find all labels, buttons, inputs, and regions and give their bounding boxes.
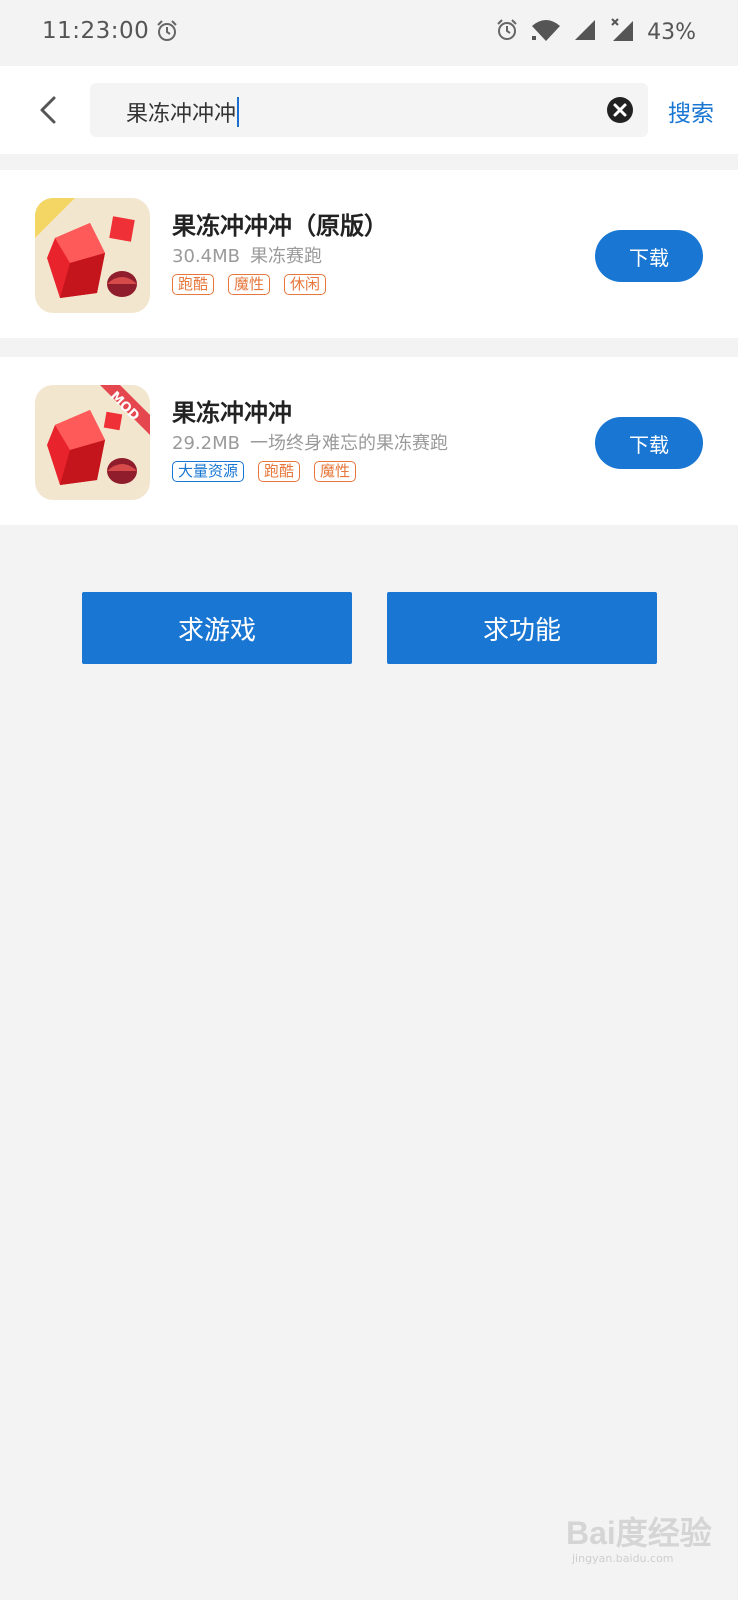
tag: 大量资源 — [172, 461, 245, 482]
signal-icon — [573, 18, 597, 46]
app-desc: 一场终身难忘的果冻赛跑 — [249, 433, 448, 454]
search-input[interactable]: 果冻冲冲冲 — [126, 96, 240, 128]
battery-level: 43% — [647, 19, 696, 45]
tag: 休闲 — [284, 274, 327, 295]
status-bar: 11:23:00 43% — [0, 0, 738, 66]
tag: 跑酷 — [172, 274, 215, 295]
alarm-icon — [495, 18, 519, 46]
clear-icon[interactable] — [606, 96, 634, 128]
tag: 跑酷 — [258, 461, 301, 482]
app-meta: 30.4MB 果冻赛跑 — [172, 242, 322, 268]
wifi-icon — [531, 18, 561, 46]
back-icon — [40, 96, 56, 124]
result-item[interactable]: 果冻冲冲冲（原版） 30.4MB 果冻赛跑 跑酷 魔性 休闲 下载 — [0, 170, 738, 338]
app-meta: 29.2MB 一场终身难忘的果冻赛跑 — [172, 429, 448, 455]
app-title[interactable]: 果冻冲冲冲（原版） — [172, 206, 388, 241]
search-button[interactable]: 搜索 — [668, 94, 714, 128]
download-button[interactable]: 下载 — [595, 230, 703, 282]
tag: 魔性 — [228, 274, 271, 295]
watermark-sub: jingyan.baidu.com — [572, 1552, 674, 1565]
app-desc: 果冻赛跑 — [249, 246, 322, 267]
status-icons: 43% — [495, 17, 696, 47]
search-bar: 果冻冲冲冲 搜索 — [0, 66, 738, 154]
alarm-icon — [155, 19, 179, 47]
signal-no-data-icon — [609, 17, 635, 47]
app-size: 29.2MB — [172, 433, 240, 454]
text-caret — [237, 97, 240, 127]
tag-row: 大量资源 跑酷 魔性 — [172, 461, 357, 482]
back-button[interactable] — [30, 90, 70, 130]
request-feature-button[interactable]: 求功能 — [387, 592, 657, 664]
app-icon[interactable] — [35, 198, 150, 313]
result-item[interactable]: MOD 果冻冲冲冲 29.2MB 一场终身难忘的果冻赛跑 大量资源 跑酷 魔性 下… — [0, 357, 738, 525]
tag: 魔性 — [314, 461, 357, 482]
app-title[interactable]: 果冻冲冲冲 — [172, 393, 292, 428]
search-query: 果冻冲冲冲 — [126, 102, 237, 127]
app-size: 30.4MB — [172, 246, 240, 267]
watermark-logo: Bai度经验 jingyan.baidu.com — [566, 1478, 726, 1568]
search-box[interactable]: 果冻冲冲冲 — [90, 83, 648, 137]
status-time: 11:23:00 — [42, 18, 150, 44]
download-button[interactable]: 下载 — [595, 417, 703, 469]
app-icon[interactable]: MOD — [35, 385, 150, 500]
watermark-text: Bai度经验 — [566, 1515, 712, 1551]
request-game-button[interactable]: 求游戏 — [82, 592, 352, 664]
tag-row: 跑酷 魔性 休闲 — [172, 274, 327, 295]
